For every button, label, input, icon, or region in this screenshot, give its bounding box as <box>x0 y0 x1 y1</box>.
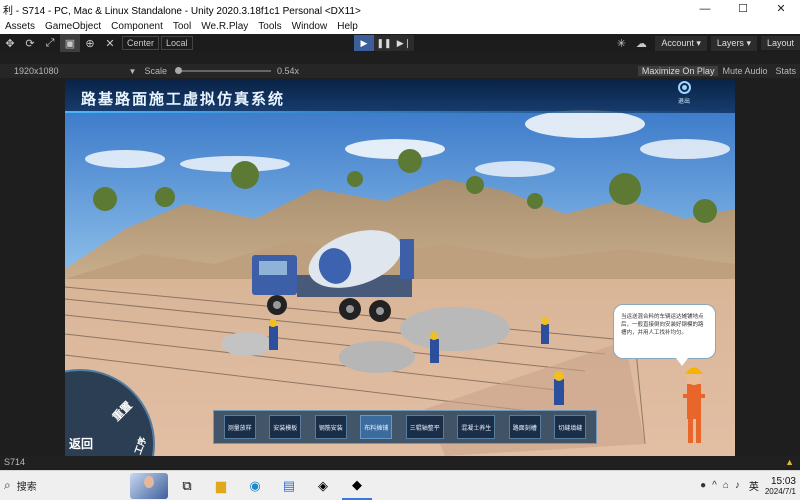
layout-label: Layout <box>766 38 794 48</box>
window-title-bar: 利 - S714 - PC, Mac & Linux Standalone - … <box>0 0 800 18</box>
exit-label: 退出 <box>677 99 690 105</box>
exit-button[interactable]: 退出 <box>672 81 696 109</box>
chevron-down-icon[interactable]: ▼ <box>129 67 137 76</box>
menu-component[interactable]: Component <box>106 21 168 32</box>
minimize-button[interactable]: — <box>686 0 724 18</box>
account-dropdown[interactable]: Account ▾ <box>655 35 707 51</box>
scale-slider-knob[interactable] <box>174 67 182 74</box>
cloud-icon[interactable]: ☁ <box>631 34 651 52</box>
search-icon: ⌕ <box>4 478 11 492</box>
scene-render <box>65 79 735 456</box>
input-language[interactable]: 英 <box>743 478 765 493</box>
step-button-curing[interactable]: 混凝土养生 <box>457 415 496 439</box>
menu-werplay[interactable]: We.R.Play <box>196 21 253 32</box>
mute-audio-toggle[interactable]: Mute Audio <box>718 66 771 76</box>
app-title: 路基路面施工虚拟仿真系统 <box>81 90 286 108</box>
game-viewport[interactable]: 路基路面施工虚拟仿真系统 退出 当运送混合料的车辆运达摊铺地点后，一般直接倒向安… <box>65 79 735 456</box>
store-icon[interactable]: ▤ <box>274 472 304 500</box>
rotate-tool-icon[interactable]: ⟳ <box>20 34 40 52</box>
scale-slider[interactable] <box>174 67 271 74</box>
app-banner: 路基路面施工虚拟仿真系统 退出 <box>65 79 735 113</box>
menu-assets[interactable]: Assets <box>0 21 40 32</box>
scale-value: 0.54x <box>276 66 300 76</box>
search-placeholder: 搜索 <box>16 482 37 493</box>
rect-tool-icon[interactable]: ▣ <box>60 34 80 52</box>
menu-tools[interactable]: Tools <box>253 21 286 32</box>
clock-time: 15:03 <box>770 475 796 487</box>
clock[interactable]: 15:03 2024/7/1 <box>765 476 800 496</box>
step-button-leveling[interactable]: 三辊轴整平 <box>405 415 444 439</box>
maximize-on-play-toggle[interactable]: Maximize On Play <box>637 66 719 76</box>
play-controls: ▶ ❚❚ ▶❘ <box>354 34 414 52</box>
task-view-icon[interactable]: ⧉ <box>172 472 202 500</box>
collab-icon[interactable]: ✳ <box>611 34 631 52</box>
scale-label: Scale <box>144 66 167 76</box>
transform-tool-icon[interactable]: ⊕ <box>80 34 100 52</box>
menu-tool[interactable]: Tool <box>168 21 196 32</box>
unity-editor-icon[interactable]: ◆ <box>342 472 372 500</box>
window-controls: — ☐ ✕ <box>686 0 800 18</box>
menu-help[interactable]: Help <box>332 21 363 32</box>
maximize-button[interactable]: ☐ <box>724 0 762 18</box>
procedure-button[interactable]: 工序 <box>131 435 150 456</box>
step-button-joint[interactable]: 切缝填缝 <box>554 415 587 439</box>
step-button-formwork[interactable]: 安装模板 <box>269 415 302 439</box>
pivot-toggle[interactable]: Center <box>122 36 160 50</box>
account-label: Account <box>661 37 694 48</box>
scale-tool-icon[interactable]: ⤢ <box>40 34 60 52</box>
layers-dropdown[interactable]: Layers ▾ <box>710 35 757 51</box>
back-button[interactable]: 返回 <box>69 435 93 452</box>
step-icon[interactable]: ▶❘ <box>394 35 414 51</box>
layers-label: Layers <box>716 37 744 48</box>
step-button-rebar[interactable]: 钢筋安装 <box>314 415 347 439</box>
custom-tool-icon[interactable]: ✕ <box>100 34 120 52</box>
game-view-bar: 1920x1080 ▼ Scale 0.54x Maximize On Play… <box>0 64 800 78</box>
step-button-survey[interactable]: 测量放样 <box>223 415 256 439</box>
scene-name: S714 <box>4 457 26 467</box>
status-bar: S714 ▲ <box>0 456 800 468</box>
step-button-paving[interactable]: 布料摊铺 <box>360 415 393 439</box>
file-explorer-icon[interactable]: ▆ <box>206 472 236 500</box>
step-strip: 测量放样 安装模板 钢筋安装 布料摊铺 三辊轴整平 混凝土养生 路面刻槽 切缝填… <box>213 410 597 444</box>
main-toolbar: ✥ ⟳ ⤢ ▣ ⊕ ✕ Center Local ▶ ❚❚ ▶❘ ✳ ☁ Acc… <box>0 34 800 52</box>
toolbar-right: ✳ ☁ Account ▾ Layers ▾ Layout <box>611 34 800 52</box>
power-icon <box>677 81 691 94</box>
tray-app-icon[interactable]: ● <box>697 480 709 491</box>
window-title: 利 - S714 - PC, Mac & Linux Standalone - … <box>3 5 361 17</box>
menu-gameobject[interactable]: GameObject <box>40 21 106 32</box>
resolution-dropdown[interactable]: 1920x1080 <box>14 66 59 76</box>
windows-taskbar: ⌕ 搜索 ⧉ ▆ ◉ ▤ ◈ ◆ ● ^ ⌂ ♪ 英 15:03 2024/7/… <box>0 470 800 500</box>
edge-icon[interactable]: ◉ <box>240 472 270 500</box>
warning-icon[interactable]: ▲ <box>785 457 794 467</box>
play-icon[interactable]: ▶ <box>354 35 374 51</box>
chevron-up-icon[interactable]: ^ <box>709 480 720 491</box>
close-button[interactable]: ✕ <box>762 0 800 18</box>
news-widget[interactable] <box>130 472 168 499</box>
taskbar-search[interactable]: ⌕ 搜索 <box>0 471 118 500</box>
reset-button[interactable]: 重置 <box>109 398 136 425</box>
system-tray: ● ^ ⌂ ♪ 英 15:03 2024/7/1 <box>697 471 800 500</box>
hand-tool-icon[interactable]: ✥ <box>0 34 20 52</box>
layout-dropdown[interactable]: Layout <box>760 36 800 50</box>
network-icon[interactable]: ⌂ <box>720 480 732 491</box>
clock-date: 2024/7/1 <box>764 486 796 496</box>
pause-icon[interactable]: ❚❚ <box>374 35 394 51</box>
stats-toggle[interactable]: Stats <box>771 66 800 76</box>
unity-hub-icon[interactable]: ◈ <box>308 472 338 500</box>
game-view-options: Maximize On Play Mute Audio Stats <box>637 66 800 76</box>
step-button-grooving[interactable]: 路面刻槽 <box>508 415 541 439</box>
space-toggle[interactable]: Local <box>161 36 193 50</box>
instruction-bubble: 当运送混合料的车辆运达摊铺地点后，一般直接倒向安装好钢模的路槽内，并用人工找补均… <box>613 304 716 366</box>
menu-window[interactable]: Window <box>287 21 333 32</box>
volume-icon[interactable]: ♪ <box>732 480 743 491</box>
menu-bar: Assets GameObject Component Tool We.R.Pl… <box>0 18 800 34</box>
